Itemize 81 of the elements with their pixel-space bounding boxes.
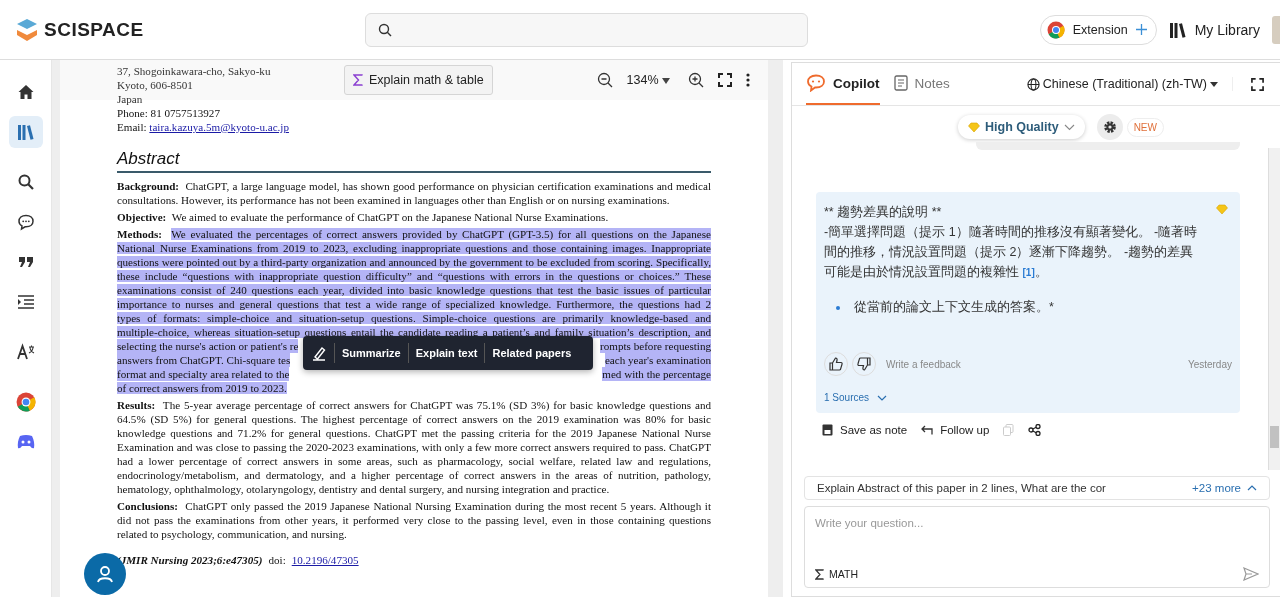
phone-text: Phone: 81 0757513927 (117, 106, 220, 120)
sigma-icon (353, 74, 363, 86)
translate-icon (16, 343, 35, 361)
quality-dropdown[interactable]: High Quality (958, 115, 1085, 139)
share-icon[interactable] (1028, 424, 1042, 436)
browser-icon (15, 392, 36, 412)
search-icon (378, 22, 392, 37)
abstract-heading: Abstract (117, 149, 711, 173)
browser-icon (1046, 20, 1065, 39)
bullet-icon (836, 305, 840, 310)
math-button[interactable]: MATH (815, 568, 858, 580)
person-icon (96, 565, 114, 583)
abstract-paragraph: Objective: We aimed to evaluate the performance of ChatGPT on the Japanese National Nurse Examinations. (117, 210, 610, 224)
send-icon[interactable] (1243, 567, 1259, 581)
email-link[interactable]: taira.kazuya.5m@kyoto-u.ac.jp (149, 121, 289, 133)
sources-toggle[interactable]: 1 Sources (824, 392, 888, 403)
home-icon (16, 83, 35, 101)
chevron-down-icon (1063, 123, 1075, 131)
books-icon (16, 123, 35, 141)
popup-action-button[interactable]: Related papers (492, 347, 572, 359)
chevron-down-icon (877, 394, 888, 401)
note-icon (893, 75, 908, 91)
chat-icon (16, 213, 35, 231)
address-line: Kyoto, 606-8501 (117, 78, 193, 92)
language-dropdown[interactable]: Chinese (Traditional) (zh-TW) (1026, 77, 1233, 91)
search-icon (16, 173, 35, 191)
settings-button[interactable] (1096, 114, 1123, 140)
caret-down-icon (1210, 81, 1218, 87)
citation-link[interactable]: [1] (1022, 267, 1035, 278)
plus-icon (1135, 24, 1147, 35)
zoom-in-icon[interactable] (688, 72, 704, 88)
caret-down-icon (662, 78, 670, 84)
popup-action-button[interactable]: Explain text (415, 347, 478, 359)
panel-tab[interactable]: Notes (893, 63, 950, 105)
note-icon (822, 424, 833, 436)
popup-action-button[interactable]: Summarize (342, 347, 401, 359)
list-icon (16, 294, 35, 310)
abstract-paragraph: Results: The 5-year average percentage of correct answers for ChatGPT was 75.1% (SD 3%) for basic knowledge questions and 64.5% (SD 5%) for general questions. The highest percentage of correct answers on the 2019 examination was 80% for basic knowledge questions and 71.2% for general questions. ChatGPT met the passing criteria for the 2019 Japanese National Nurse Examination and was close to passing the 2020-2023 examinations, with only a few more correct answers required to pass. ChatGPT had a lower percentage of correct answers in some areas, such as pharmacology, social welfare, related law and regulations, endocrinology/metabolism, and dermatology, and a higher percentage of correct answers in the areas of nutrition, pathology, hematology, ophthalmology, otolaryngology, dentistry and dental surgery, and nursing integration and practice. (117, 398, 711, 496)
gem-icon (1216, 204, 1228, 215)
reply-arrow-icon (921, 425, 934, 435)
fullscreen-icon[interactable] (1251, 77, 1264, 91)
search-field[interactable] (365, 12, 808, 47)
abstract-paragraph: Background: ChatGPT, a large language model, has shown good performance on physician certification examinations and medical consultations. However, its performance has not been examined in languages other than English or on nursing examinations. (117, 179, 711, 207)
library-button[interactable]: My Library (1168, 20, 1260, 39)
doi-label: doi: (268, 553, 286, 567)
scrollbar[interactable] (1268, 148, 1280, 470)
globe-icon (1026, 77, 1040, 91)
zoom-out-icon[interactable] (596, 72, 613, 88)
quote-icon (17, 255, 34, 269)
logo-icon (16, 17, 38, 42)
fullscreen-icon[interactable] (718, 73, 732, 87)
question-input-field[interactable]: Write your question... MATH (804, 506, 1270, 588)
highlighter-icon[interactable] (311, 345, 327, 361)
suggested-question[interactable]: Explain Abstract of this paper in 2 lines, What are the cor (817, 482, 1106, 494)
chevron-up-icon (1247, 485, 1257, 491)
save-note-button[interactable]: Save as note (822, 424, 908, 436)
paragraph-line: Methods: We evaluated the percentages of correct answers provided by ChatGPT (GPT-3.5) for all questions on the Japanese (117, 227, 711, 241)
thumbs-up-icon (829, 357, 843, 371)
game-controller-icon (15, 434, 36, 450)
explain-math-button[interactable]: Explain math & table (344, 65, 493, 95)
suggestion-bar[interactable]: Explain Abstract of this paper in 2 lines, What are the cor +23 more (804, 476, 1270, 500)
address-line: Japan (117, 92, 143, 106)
more-options-icon[interactable] (746, 73, 750, 87)
address-line: 37, Shogoinkawara-cho, Sakyo-ku (117, 64, 271, 78)
more-suggestions-link[interactable]: +23 more (1192, 482, 1257, 494)
brand-name: SCISPACE (44, 18, 144, 41)
answer-text: ** 趨勢差異的說明 ** -簡單選擇問題（提示 1）隨著時間的推移沒有顯著變化。 -隨著時間的推移，情況設置問題（提示 2）逐漸下降趨勢。 -趨勢的差異可能是由於情況設置問題的複雜性 [1]。 (824, 204, 1199, 281)
thumbs-down-icon (857, 357, 871, 371)
gem-icon (968, 121, 980, 133)
panel-tab[interactable]: Copilot (806, 63, 880, 105)
doi-link[interactable]: 10.2196/47305 (291, 553, 359, 567)
abstract-paragraph: Conclusions: ChatGPT only passed the 2019 Japanese National Nursing Examination during the most recent 5 years. Although it did not pass the examinations from other years, it performed very close to the passing level, even in those containing questions related to psychology, communication, and nursing. (117, 499, 711, 541)
follow-up-button[interactable]: Follow up (921, 424, 990, 436)
message-time: Yesterday (1187, 358, 1232, 370)
settings-icon (1102, 120, 1117, 134)
answer-note: 從當前的論文上下文生成的答案。* (854, 299, 1054, 316)
email-label: Email: (117, 121, 147, 133)
books-icon (1168, 20, 1187, 39)
sigma-icon (815, 568, 824, 580)
zoom-level-dropdown[interactable]: 134% (626, 73, 670, 87)
chat-icon (806, 74, 826, 92)
